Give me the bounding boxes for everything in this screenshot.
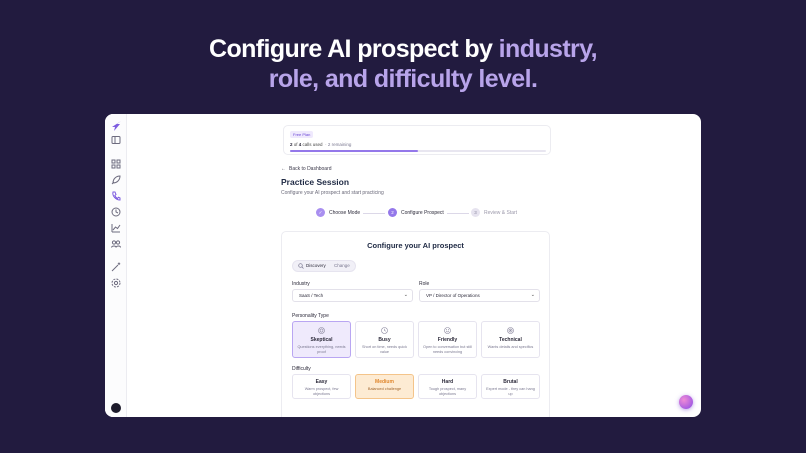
grid-icon[interactable] [110,158,122,170]
history-icon[interactable] [110,206,122,218]
option-desc: Expert mode - they can hang up [486,387,535,396]
personality-busy[interactable]: Busy Short on time, needs quick value [355,321,414,358]
option-title: Medium [375,379,394,385]
personality-label: Personality Type [292,313,329,319]
change-mode-button[interactable]: Change [334,261,350,271]
difficulty-label: Difficulty [292,366,311,372]
settings-icon[interactable] [110,277,122,289]
option-desc: Short on time, needs quick value [362,345,407,354]
plan-progress-bar [290,150,546,152]
page-title: Practice Session [281,177,350,187]
option-title: Hard [441,379,454,385]
option-desc: Wants details and specifics [487,345,534,349]
option-desc: Balanced challenge [367,387,402,391]
mode-pill: Discovery Change [292,260,356,272]
personality-friendly[interactable]: Friendly Open to conversation but still … [418,321,477,358]
option-desc: Questions everything, needs proof [297,345,346,354]
step-number: 3 [471,208,480,218]
shield-icon [318,327,325,334]
hero-line-2: role, and difficulty level. [268,65,538,93]
step-label: Review & Start [484,210,518,216]
clock-icon [381,327,388,334]
difficulty-brutal[interactable]: Brutal Expert mode - they can hang up [481,374,540,399]
target-icon [507,327,514,334]
role-label: Role [419,281,430,287]
logo-icon[interactable] [110,120,122,132]
difficulty-hard[interactable]: Hard Tough prospect, many objections [418,374,477,399]
theme-toggle-icon[interactable] [111,403,121,413]
assistant-orb-button[interactable] [679,395,693,409]
hero-text-white: Configure AI prospect by [209,35,499,63]
personality-technical[interactable]: Technical Wants details and specifics [481,321,540,358]
plan-progress-fill [290,150,418,152]
option-title: Busy [378,337,391,343]
hero-text-purple: industry, [498,35,598,63]
option-title: Friendly [437,337,458,343]
magic-icon[interactable] [110,261,122,273]
smile-icon [444,327,451,334]
mode-value: Discovery [306,263,326,268]
step-label: Configure Prospect [401,210,444,216]
option-title: Brutal [503,379,518,385]
plan-usage-card: Free Plan 2 of 4 calls used · 2 remainin… [283,125,551,155]
industry-value: SaaS / Tech [299,293,324,298]
configure-title: Configure your AI prospect [367,241,464,250]
role-value: VP / Director of Operations [426,293,480,298]
configure-card: Configure your AI prospect Discovery Cha… [281,231,550,417]
users-icon[interactable] [110,238,122,250]
plan-usage-text: 2 of 4 calls used · 2 remaining [290,142,351,147]
step-connector [363,213,385,214]
step-choose-mode[interactable]: ✓ Choose Mode [316,208,360,218]
rocket-icon[interactable] [110,174,122,186]
app-window: Free Plan 2 of 4 calls used · 2 remainin… [105,114,701,417]
industry-label: Industry [292,281,310,287]
step-review-start[interactable]: 3 Review & Start [471,208,517,218]
step-configure-prospect[interactable]: 2 Configure Prospect [388,208,444,218]
industry-select[interactable]: SaaS / Tech ⌄ [292,289,413,302]
calls-used-label: calls used [301,142,323,147]
option-desc: Tough prospect, many objections [428,387,467,396]
back-to-dashboard-link[interactable]: ← Back to Dashboard [281,166,332,172]
step-label: Choose Mode [329,210,361,216]
back-label: Back to Dashboard [289,166,332,172]
option-desc: Warm prospect, few objections [304,387,339,396]
chart-icon[interactable] [110,222,122,234]
hero-line-1: Configure AI prospect by industry, [0,34,806,64]
difficulty-easy[interactable]: Easy Warm prospect, few objections [292,374,351,399]
sidebar [105,114,127,417]
arrow-left-icon: ← [281,166,286,172]
search-icon [298,263,304,269]
check-icon: ✓ [316,208,325,218]
chevron-down-icon: ⌄ [530,292,535,298]
step-connector [447,213,469,214]
option-title: Easy [315,379,328,385]
phone-icon[interactable] [110,190,122,202]
option-desc: Open to conversation but still needs con… [423,345,472,354]
role-select[interactable]: VP / Director of Operations ⌄ [419,289,540,302]
option-title: Skeptical [310,337,333,343]
plan-badge: Free Plan [290,131,314,138]
personality-skeptical[interactable]: Skeptical Questions everything, needs pr… [292,321,351,358]
calls-remaining: · 2 remaining [325,142,352,147]
option-title: Technical [499,337,522,343]
step-number: 2 [388,208,397,218]
page-subtitle: Configure your AI prospect and start pra… [281,190,384,196]
chevron-down-icon: ⌄ [403,292,408,298]
panel-toggle-icon[interactable] [110,134,122,146]
difficulty-medium[interactable]: Medium Balanced challenge [355,374,414,399]
hero-headline: Configure AI prospect by industry, role,… [0,34,806,94]
